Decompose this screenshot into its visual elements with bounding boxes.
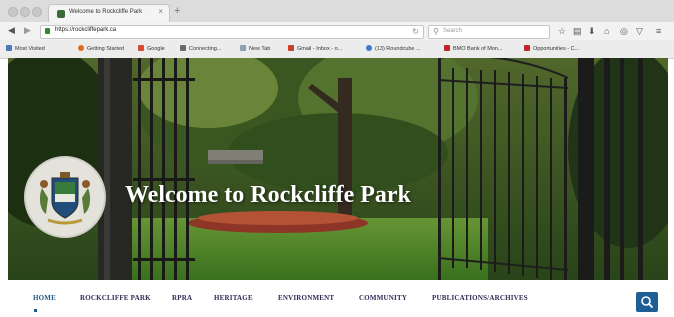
folder-icon — [6, 45, 12, 51]
bookmark-roundcube[interactable]: (13) Roundcube ... — [366, 45, 421, 52]
nav-home[interactable]: HOME — [33, 294, 56, 302]
minimize-window-button[interactable] — [20, 7, 30, 17]
site-search-button[interactable] — [636, 292, 658, 312]
bookmarks-bar: Most Visited Getting Started Google Conn… — [0, 40, 674, 58]
hero-banner: Welcome to Rockcliffe Park — [8, 58, 668, 280]
browser-chrome: Welcome to Rockcliffe Park × + ◀ ▶ https… — [0, 0, 674, 59]
download-icon[interactable]: ⬇ — [588, 26, 596, 36]
roundcube-icon — [366, 45, 372, 51]
browser-navbar: ◀ ▶ https://rockcliffepark.ca ↻ ⚲ Search… — [0, 22, 674, 40]
crest-logo-icon — [39, 172, 91, 225]
favicon-icon — [57, 10, 65, 18]
browser-tab[interactable]: Welcome to Rockcliffe Park × — [48, 4, 170, 23]
pocket-icon[interactable]: ▽ — [636, 26, 643, 36]
close-window-button[interactable] — [8, 7, 18, 17]
url-text: https://rockcliffepark.ca — [55, 27, 117, 33]
menu-icon[interactable]: ≡ — [656, 26, 661, 36]
main-navigation: HOME ROCKCLIFFE PARK RPRA HERITAGE ENVIR… — [8, 280, 668, 315]
bookmark-google[interactable]: Google — [138, 45, 165, 52]
bmo-icon — [444, 45, 450, 51]
maple-leaf-icon — [524, 45, 530, 51]
search-icon — [641, 296, 653, 308]
bookmark-most-visited[interactable]: Most Visited — [6, 45, 45, 52]
nav-community[interactable]: COMMUNITY — [359, 294, 407, 302]
tab-title: Welcome to Rockcliffe Park — [69, 9, 143, 15]
nav-rockcliffe-park[interactable]: ROCKCLIFFE PARK — [80, 294, 151, 302]
bookmark-gmail[interactable]: Gmail - Inbox - o... — [288, 45, 342, 52]
nav-heritage[interactable]: HERITAGE — [214, 294, 253, 302]
new-tab-button[interactable]: + — [174, 6, 180, 17]
firefox-icon — [78, 45, 84, 51]
page-icon — [240, 45, 246, 51]
page-icon — [180, 45, 186, 51]
bookmark-connecting[interactable]: Connecting... — [180, 45, 221, 52]
bookmark-getting-started[interactable]: Getting Started — [78, 45, 124, 52]
bookmark-new-tab[interactable]: New Tab — [240, 45, 270, 52]
nav-publications-archives[interactable]: PUBLICATIONS/ARCHIVES — [432, 294, 528, 302]
bookmark-bmo[interactable]: BMO Bank of Mon... — [444, 45, 503, 52]
browser-search-input[interactable]: ⚲ Search — [428, 25, 550, 39]
sync-icon[interactable]: ◎ — [620, 26, 628, 36]
search-icon: ⚲ — [433, 27, 439, 36]
back-icon[interactable]: ◀ — [8, 25, 15, 36]
lock-icon — [45, 28, 50, 34]
reading-list-icon[interactable]: ▤ — [573, 26, 582, 36]
google-icon — [138, 45, 144, 51]
search-placeholder: Search — [443, 28, 463, 34]
bookmark-star-icon[interactable]: ☆ — [558, 26, 566, 36]
active-indicator — [34, 309, 37, 312]
url-bar[interactable]: https://rockcliffepark.ca ↻ — [40, 25, 424, 39]
nav-rpra[interactable]: RPRA — [172, 294, 192, 302]
hero-title: Welcome to Rockcliffe Park — [125, 182, 411, 208]
home-icon[interactable]: ⌂ — [604, 26, 609, 36]
tab-bar: Welcome to Rockcliffe Park × + — [0, 0, 674, 23]
zoom-window-button[interactable] — [32, 7, 42, 17]
bookmark-opportunities[interactable]: Opportunities - C... — [524, 45, 579, 52]
forward-icon[interactable]: ▶ — [24, 25, 31, 36]
gmail-icon — [288, 45, 294, 51]
tab-close-icon[interactable]: × — [158, 8, 163, 16]
nav-environment[interactable]: ENVIRONMENT — [278, 294, 334, 302]
reload-icon[interactable]: ↻ — [412, 26, 419, 37]
hero-photo — [8, 58, 668, 280]
crest-logo[interactable] — [24, 156, 106, 238]
